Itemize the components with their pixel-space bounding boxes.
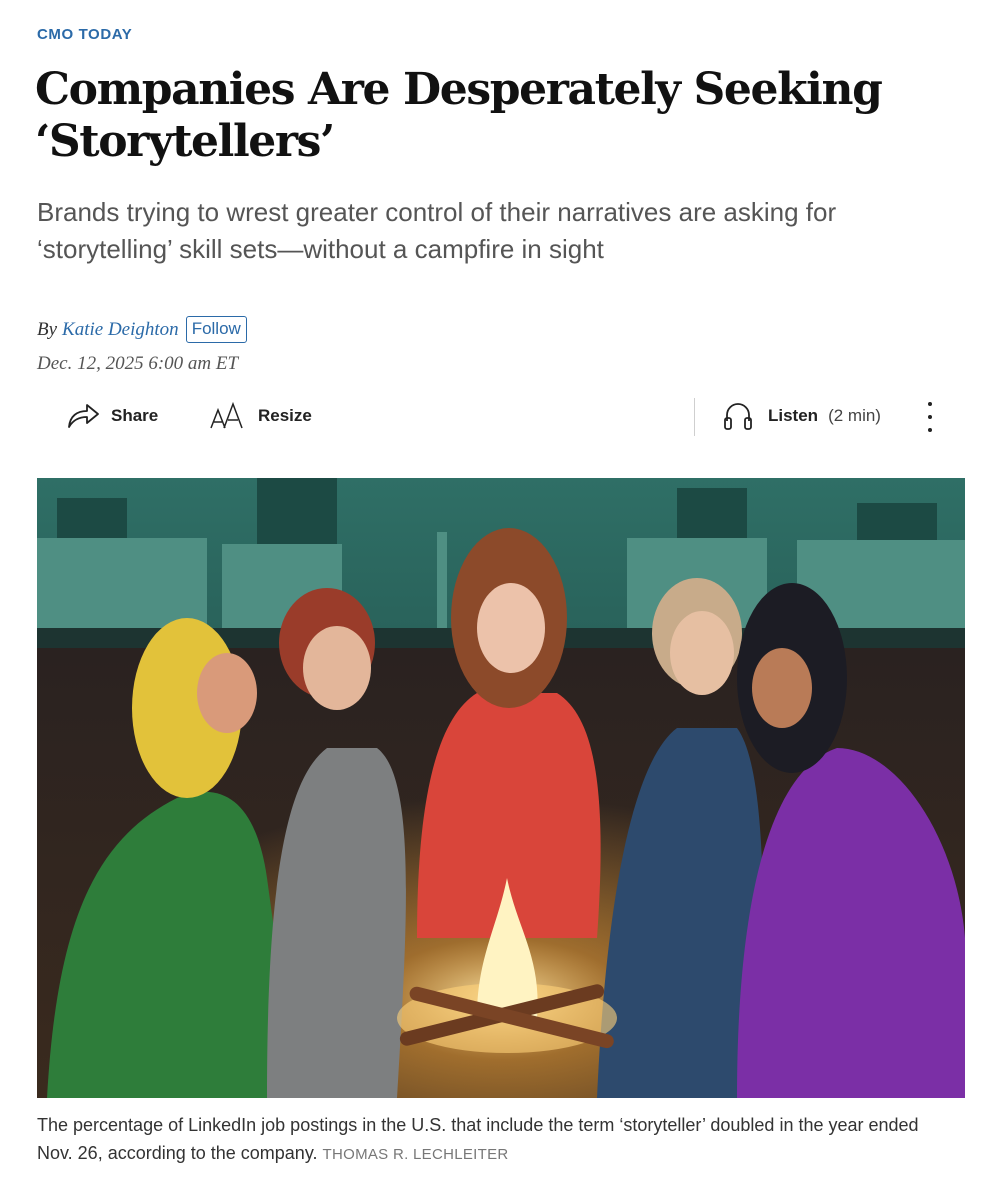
- resize-button[interactable]: Resize: [209, 398, 312, 434]
- author-link[interactable]: Katie Deighton: [62, 319, 179, 341]
- listen-duration: (2 min): [828, 406, 881, 425]
- listen-label: Listen: [768, 406, 819, 425]
- article-toolbar: Share Resize Listen (2 min): [0, 392, 988, 442]
- photo-credit: THOMAS R. LECHLEITER: [322, 1146, 509, 1163]
- follow-author-button[interactable]: Follow: [185, 316, 247, 343]
- more-options-button[interactable]: [920, 400, 940, 434]
- publish-date: Dec. 12, 2025 6:00 am ET: [37, 353, 239, 374]
- share-label: Share: [111, 406, 159, 425]
- more-vertical-icon: [928, 402, 932, 406]
- hero-caption: The percentage of LinkedIn job postings …: [37, 1111, 957, 1169]
- resize-label: Resize: [258, 406, 312, 425]
- listen-button[interactable]: Listen (2 min): [722, 398, 881, 434]
- article-headline: Companies Are Desperately Seeking ‘Story…: [35, 64, 883, 167]
- headphones-icon: [722, 400, 754, 432]
- toolbar-divider: [694, 398, 695, 436]
- share-button[interactable]: Share: [66, 398, 158, 434]
- hero-illustration: [37, 478, 965, 1098]
- section-kicker[interactable]: CMO TODAY: [37, 26, 132, 43]
- article-dek: Brands trying to wrest greater control o…: [37, 197, 837, 264]
- resize-text-icon: [209, 401, 245, 431]
- byline: By Katie Deighton Follow: [37, 316, 247, 343]
- byline-prefix: By: [37, 318, 58, 340]
- share-arrow-icon: [66, 401, 100, 431]
